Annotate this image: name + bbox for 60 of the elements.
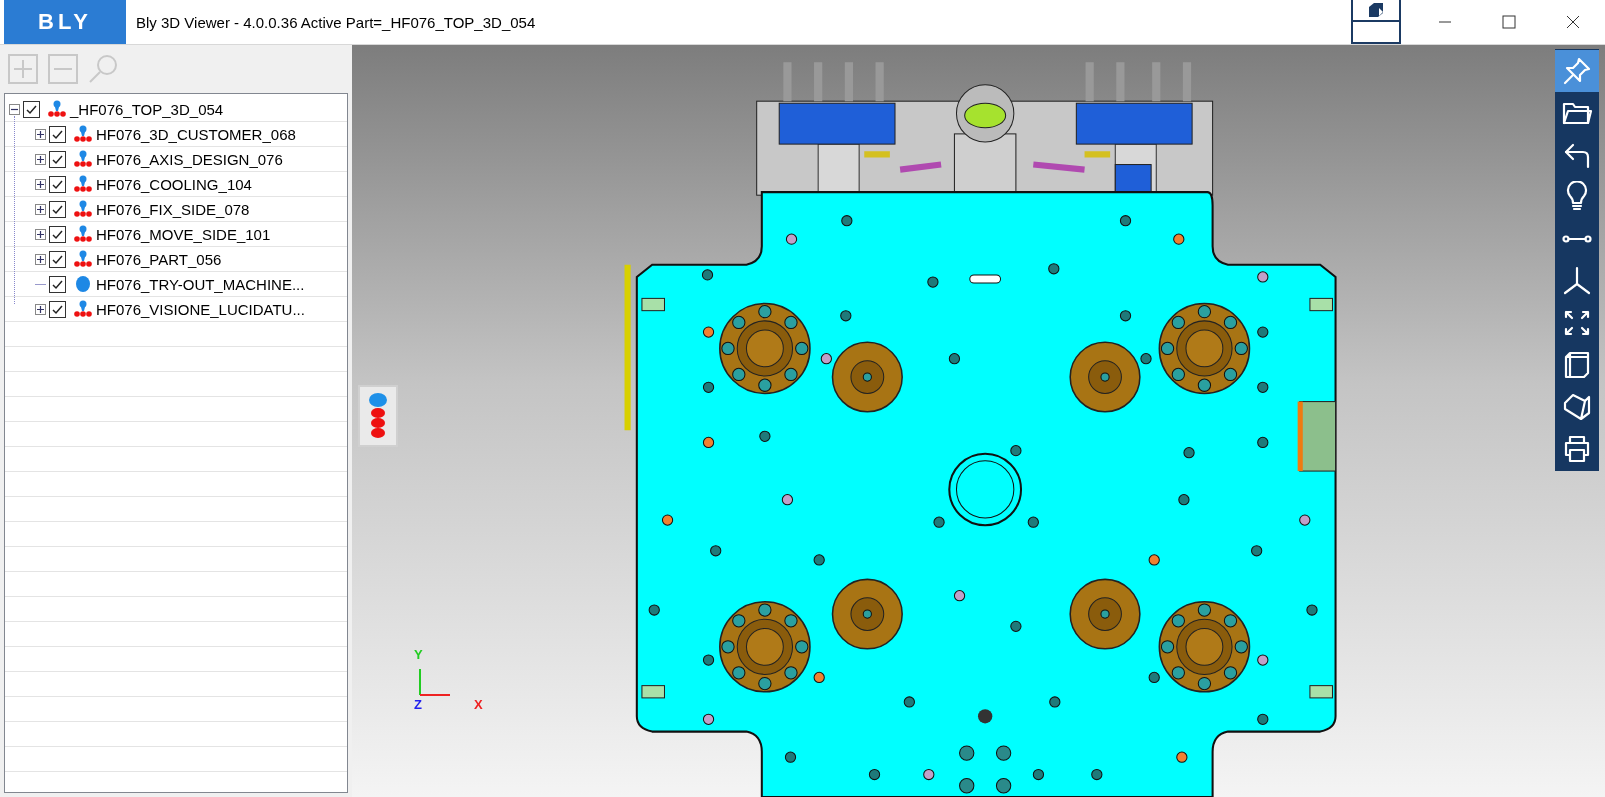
axis-label: Y xyxy=(414,647,423,662)
tree-item-label[interactable]: HF076_TRY-OUT_MACHINE... xyxy=(96,275,305,293)
search-icon xyxy=(87,53,119,85)
plus-icon xyxy=(37,155,44,163)
expander-toggle[interactable] xyxy=(35,303,46,315)
tree-item-label[interactable]: HF076_COOLING_104 xyxy=(96,175,252,193)
expander-toggle[interactable] xyxy=(35,228,46,240)
tree-item-label[interactable]: HF076_MOVE_SIDE_101 xyxy=(96,225,271,243)
expander-toggle[interactable] xyxy=(35,153,46,165)
minus-icon xyxy=(47,53,79,85)
plus-icon xyxy=(37,130,44,138)
assembly-icon xyxy=(74,250,92,268)
visibility-checkbox[interactable] xyxy=(49,125,66,143)
tree-item-label[interactable]: HF076_PART_056 xyxy=(96,250,222,268)
plus-icon xyxy=(7,53,39,85)
pin-icon xyxy=(1561,55,1593,87)
part-icon xyxy=(74,275,92,293)
assembly-icon xyxy=(74,175,92,193)
assembly-icon xyxy=(48,100,66,118)
window-title: Bly 3D Viewer - 4.0.0.36 Active Part=_HF076_TOP_3D_054 xyxy=(136,13,537,31)
view-cube-panel[interactable] xyxy=(1351,0,1401,44)
assembly-icon xyxy=(74,125,92,143)
visibility-checkbox[interactable] xyxy=(49,175,66,193)
visibility-checkbox[interactable] xyxy=(23,100,40,118)
visibility-checkbox[interactable] xyxy=(49,250,66,268)
visibility-checkbox[interactable] xyxy=(49,225,66,243)
assembly-icon xyxy=(74,225,92,243)
expander-toggle[interactable] xyxy=(35,178,46,190)
visibility-checkbox[interactable] xyxy=(49,300,66,318)
plus-icon xyxy=(37,230,44,238)
model-type-toggle[interactable] xyxy=(358,385,398,447)
section-view-icon xyxy=(1561,391,1593,423)
tree-item-label[interactable]: HF076_FIX_SIDE_078 xyxy=(96,200,250,218)
expander-toggle[interactable] xyxy=(35,203,46,215)
measure-icon xyxy=(1562,235,1592,243)
maximize-icon xyxy=(1502,15,1516,29)
plus-icon xyxy=(37,255,44,263)
assembly-icon xyxy=(74,150,92,168)
plus-icon xyxy=(37,205,44,213)
tree-item-label[interactable]: HF076_3D_CUSTOMER_068 xyxy=(96,125,296,143)
visibility-checkbox[interactable] xyxy=(49,200,66,218)
close-icon xyxy=(1566,15,1580,29)
tree-item-label[interactable]: HF076_AXIS_DESIGN_076 xyxy=(96,150,283,168)
plus-icon xyxy=(37,180,44,188)
assembly-icon xyxy=(74,300,92,318)
axes-icon xyxy=(1561,265,1593,297)
tree-item-label[interactable]: _HF076_TOP_3D_054 xyxy=(70,100,224,118)
app-logo: BLY xyxy=(4,0,126,44)
visibility-checkbox[interactable] xyxy=(49,150,66,168)
assembly-icon xyxy=(367,392,389,440)
3d-viewport[interactable]: Y Z X xyxy=(352,45,1605,797)
expander-toggle[interactable] xyxy=(35,128,46,140)
visibility-checkbox[interactable] xyxy=(49,275,66,293)
expander-toggle[interactable] xyxy=(9,103,20,115)
assembly-icon xyxy=(74,200,92,218)
tree-item-label[interactable]: HF076_VISIONE_LUCIDATU... xyxy=(96,300,305,318)
expander-toggle[interactable] xyxy=(35,253,46,265)
axis-label: X xyxy=(474,697,483,712)
plus-icon xyxy=(37,305,44,313)
axis-label: Z xyxy=(414,697,422,712)
